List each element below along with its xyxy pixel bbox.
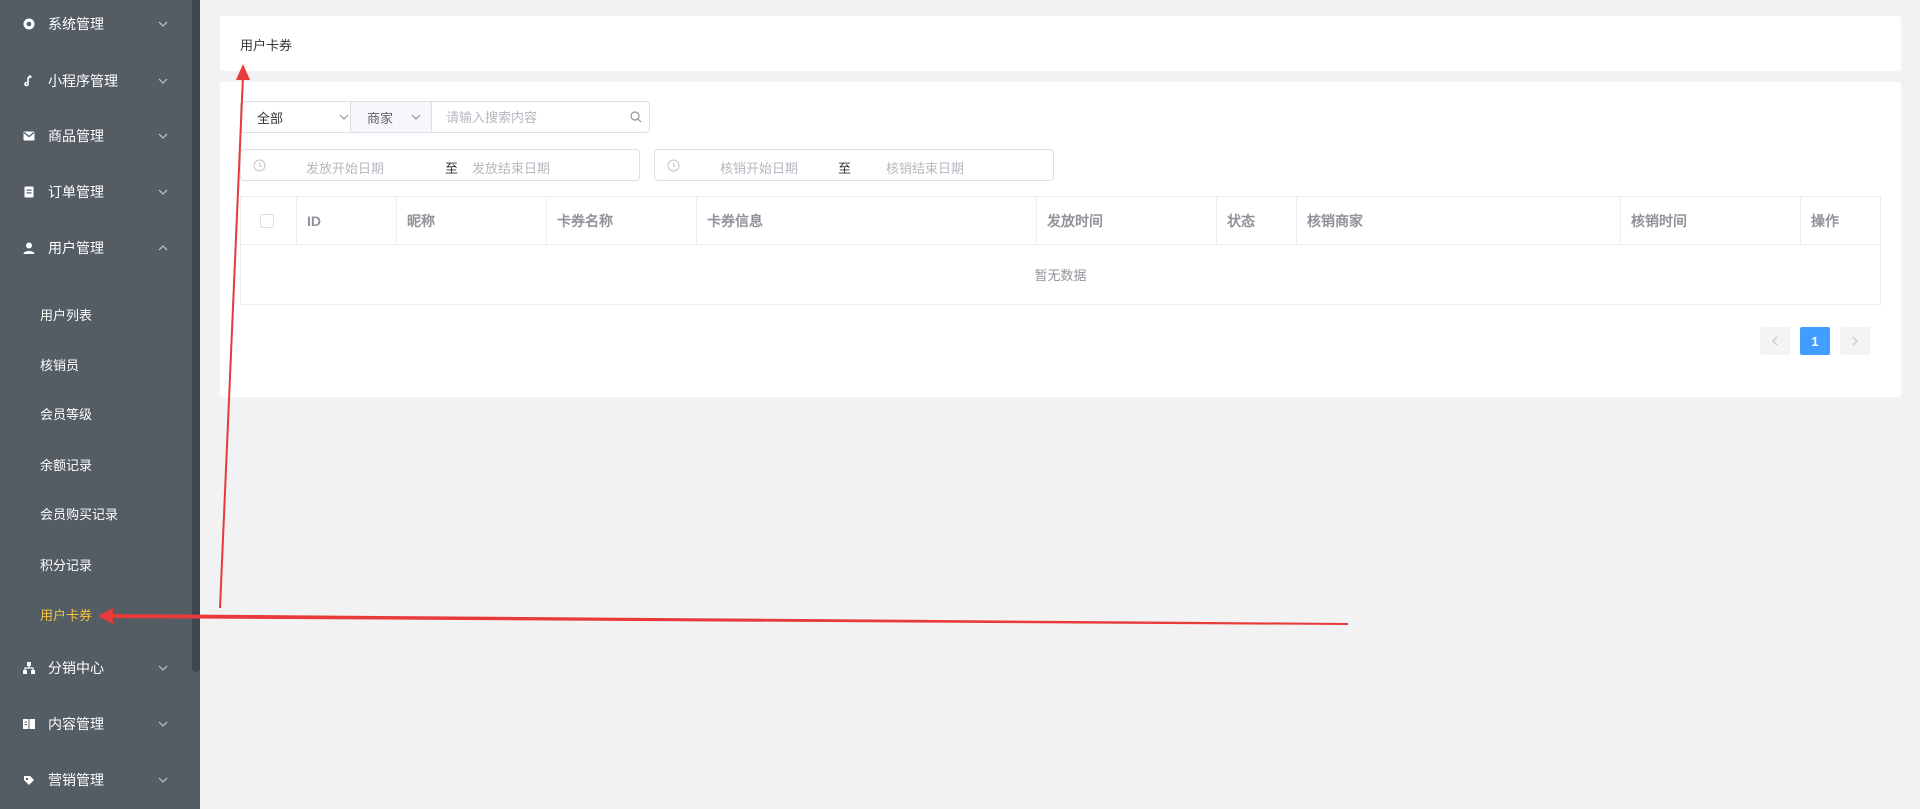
menu-content[interactable]: 内容管理: [0, 704, 190, 744]
next-page-button[interactable]: [1840, 327, 1870, 355]
chevron-right-icon: [1852, 336, 1858, 346]
search-type-value: 商家: [367, 110, 394, 126]
verify-date-range[interactable]: 核销开始日期 至 核销结束日期: [654, 149, 1054, 181]
chevron-down-icon: [158, 777, 168, 783]
select-all-cell: [241, 197, 297, 245]
menu-marketing-label: 营销管理: [48, 772, 104, 788]
verify-start-date[interactable]: 核销开始日期: [720, 158, 798, 177]
chevron-down-icon: [158, 78, 168, 84]
menu-orders-label: 订单管理: [48, 184, 104, 200]
coupon-table: ID 昵称 卡券名称 卡券信息 发放时间 状态 核销商家 核销时间 操作 暂无数…: [240, 196, 1881, 305]
menu-distribution-label: 分销中心: [48, 660, 104, 676]
submenu-label: 余额记录: [40, 457, 93, 473]
search-input[interactable]: [431, 101, 650, 133]
submenu-label: 会员等级: [40, 406, 93, 422]
range-separator: 至: [838, 161, 852, 176]
submenu-label: 用户列表: [40, 307, 93, 323]
user-icon: [21, 240, 37, 256]
clock-icon: [667, 159, 680, 172]
submenu-user-coupons[interactable]: 用户卡券: [0, 597, 190, 631]
chevron-down-icon: [339, 114, 349, 120]
submenu-balance-records[interactable]: 余额记录: [0, 447, 190, 481]
menu-marketing[interactable]: 营销管理: [0, 760, 190, 800]
select-all-checkbox[interactable]: [260, 214, 274, 228]
submenu-label: 核销员: [40, 357, 80, 373]
menu-mini-program-label: 小程序管理: [48, 73, 118, 89]
submenu-label: 积分记录: [40, 557, 93, 573]
distribution-icon: [21, 660, 37, 676]
menu-distribution[interactable]: 分销中心: [0, 648, 190, 688]
sidebar-scrollbar[interactable]: [192, 0, 200, 672]
search-group: 商家: [350, 101, 650, 133]
page-title: 用户卡券: [240, 38, 293, 53]
page-number-button[interactable]: 1: [1800, 327, 1830, 355]
order-icon: [21, 184, 37, 200]
column-header[interactable]: 卡券信息: [697, 197, 1037, 245]
menu-orders[interactable]: 订单管理: [0, 172, 190, 212]
issue-date-range[interactable]: 发放开始日期 至 发放结束日期: [240, 149, 640, 181]
settings-icon: [21, 16, 37, 32]
submenu-label: 会员购买记录: [40, 506, 119, 522]
status-select[interactable]: 全部: [240, 101, 360, 133]
empty-state: 暂无数据: [1034, 268, 1087, 283]
chevron-up-icon: [158, 245, 168, 251]
submenu-member-purchases[interactable]: 会员购买记录: [0, 496, 190, 530]
column-header[interactable]: 核销时间: [1621, 197, 1801, 245]
table-header: ID 昵称 卡券名称 卡券信息 发放时间 状态 核销商家 核销时间 操作: [241, 197, 1880, 245]
column-header[interactable]: 发放时间: [1037, 197, 1217, 245]
status-select-value: 全部: [257, 110, 284, 126]
verify-end-date[interactable]: 核销结束日期: [886, 158, 964, 177]
pagination: 1: [1760, 327, 1870, 355]
main-panel: 全部 商家 发放开始日期 至 发放结束日期 核销开始日期 至 核销结束日期 ID…: [220, 82, 1901, 397]
menu-users[interactable]: 用户管理: [0, 228, 190, 268]
submenu-label: 用户卡券: [40, 607, 93, 623]
submenu-member-level[interactable]: 会员等级: [0, 396, 190, 430]
chevron-down-icon: [158, 721, 168, 727]
clock-icon: [253, 159, 266, 172]
search-icon[interactable]: [630, 111, 642, 123]
content-icon: [21, 716, 37, 732]
submenu-user-list[interactable]: 用户列表: [0, 297, 190, 331]
chevron-down-icon: [158, 665, 168, 671]
column-header[interactable]: ID: [297, 197, 397, 245]
column-header[interactable]: 操作: [1801, 197, 1880, 245]
prev-page-button[interactable]: [1760, 327, 1790, 355]
submenu-points-records[interactable]: 积分记录: [0, 547, 190, 581]
menu-users-label: 用户管理: [48, 240, 104, 256]
column-header[interactable]: 状态: [1217, 197, 1297, 245]
menu-system-label: 系统管理: [48, 16, 104, 32]
issue-start-date[interactable]: 发放开始日期: [306, 158, 384, 177]
menu-content-label: 内容管理: [48, 716, 104, 732]
sidebar: 系统管理 小程序管理 商品管理 订单管理 用户管理 用户列表 核销员 会员等级 …: [0, 0, 200, 809]
menu-mini-program[interactable]: 小程序管理: [0, 61, 190, 101]
page-header: 用户卡券: [220, 16, 1901, 71]
issue-end-date[interactable]: 发放结束日期: [472, 158, 550, 177]
chevron-down-icon: [158, 133, 168, 139]
submenu-verifier[interactable]: 核销员: [0, 347, 190, 381]
column-header[interactable]: 昵称: [397, 197, 547, 245]
annotation-arrow: [98, 608, 1348, 625]
marketing-icon: [21, 772, 37, 788]
chevron-down-icon: [158, 21, 168, 27]
goods-icon: [21, 128, 37, 144]
menu-goods-label: 商品管理: [48, 128, 104, 144]
mini-program-icon: [21, 73, 37, 89]
chevron-down-icon: [411, 114, 421, 120]
search-type-select[interactable]: 商家: [350, 101, 432, 133]
column-header[interactable]: 核销商家: [1297, 197, 1621, 245]
menu-system[interactable]: 系统管理: [0, 4, 190, 44]
menu-goods[interactable]: 商品管理: [0, 116, 190, 156]
range-separator: 至: [445, 161, 459, 176]
column-header[interactable]: 卡券名称: [547, 197, 697, 245]
chevron-left-icon: [1772, 336, 1778, 346]
chevron-down-icon: [158, 189, 168, 195]
